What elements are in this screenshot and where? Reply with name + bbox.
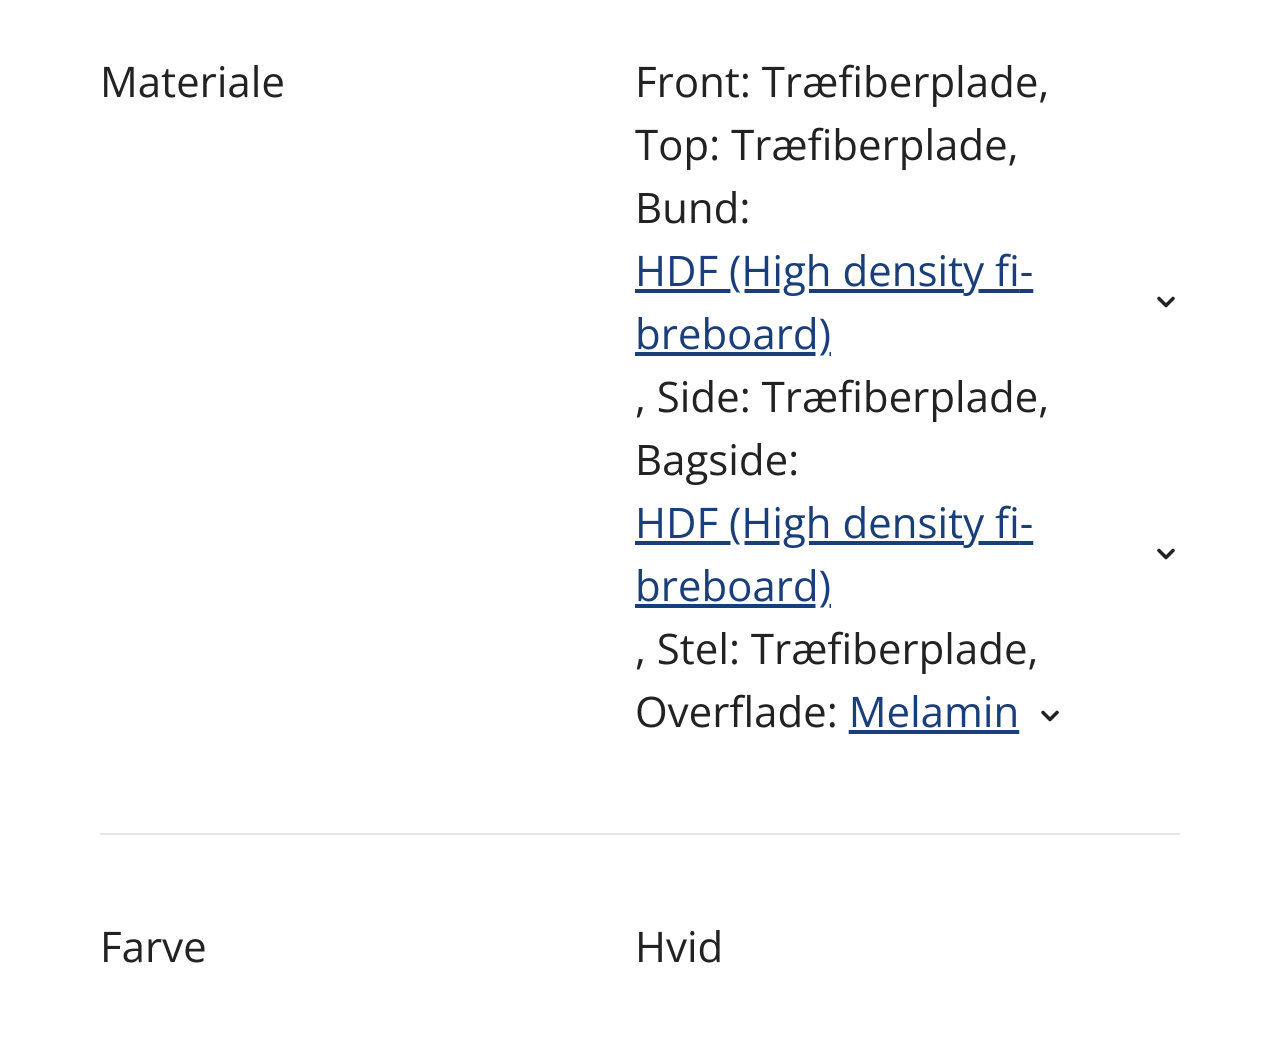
material-top-value: Træfiberplade, — [731, 116, 1018, 173]
material-bagside-label: Bagside: — [635, 431, 799, 488]
chevron-down-icon[interactable] — [1152, 540, 1180, 568]
material-stel-prefix: , Stel: — [635, 620, 740, 677]
material-front-label: Front: — [635, 53, 751, 110]
material-bund-link[interactable]: HDF (High density fi­breboard) — [635, 239, 1152, 365]
spec-row-material: Materiale Front: Træfiberplade, Top: Træ… — [100, 50, 1180, 803]
material-side-value: Træfiberplade, — [762, 368, 1049, 425]
spec-value-material: Front: Træfiberplade, Top: Træfiberplade… — [635, 50, 1180, 743]
material-overflade-label: Overflade: — [635, 683, 838, 740]
spec-value-color: Hvid — [635, 915, 1180, 978]
material-bagside-link[interactable]: HDF (High density fi­breboard) — [635, 491, 1152, 617]
chevron-down-icon[interactable] — [1036, 702, 1064, 730]
material-stel-value: Træfiberplade, — [751, 620, 1038, 677]
material-side-prefix: , Side: — [635, 368, 751, 425]
divider — [100, 833, 1180, 835]
material-front-value: Træfiberplade, — [762, 53, 1049, 110]
material-overflade-link[interactable]: Melamin — [849, 683, 1020, 740]
spec-row-color: Farve Hvid — [100, 915, 1180, 1038]
material-bund-label: Bund: — [635, 179, 750, 236]
material-top-label: Top: — [635, 116, 720, 173]
spec-label-material: Materiale — [100, 50, 635, 113]
chevron-down-icon[interactable] — [1152, 288, 1180, 316]
spec-label-color: Farve — [100, 915, 635, 978]
